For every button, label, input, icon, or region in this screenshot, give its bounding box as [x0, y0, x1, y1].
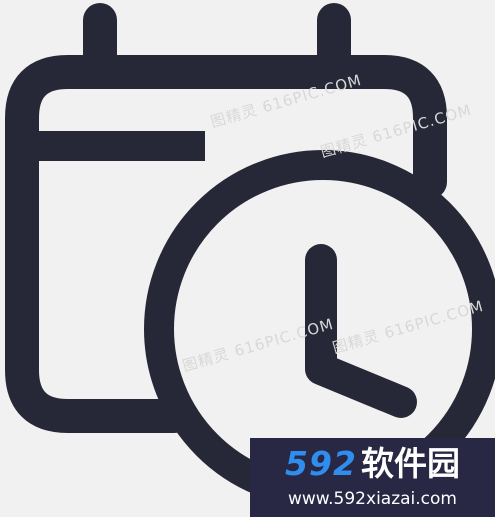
site-logo-badge: 592 软件园 www.592xiazai.com [250, 438, 495, 517]
site-logo-name: 软件园 [360, 444, 460, 483]
clock-hands [305, 244, 417, 418]
site-logo-number: 592 [285, 444, 357, 483]
calendar-body [5, 55, 447, 433]
site-logo-title: 592 软件园 [250, 444, 495, 484]
site-url: www.592xiazai.com [288, 489, 457, 509]
